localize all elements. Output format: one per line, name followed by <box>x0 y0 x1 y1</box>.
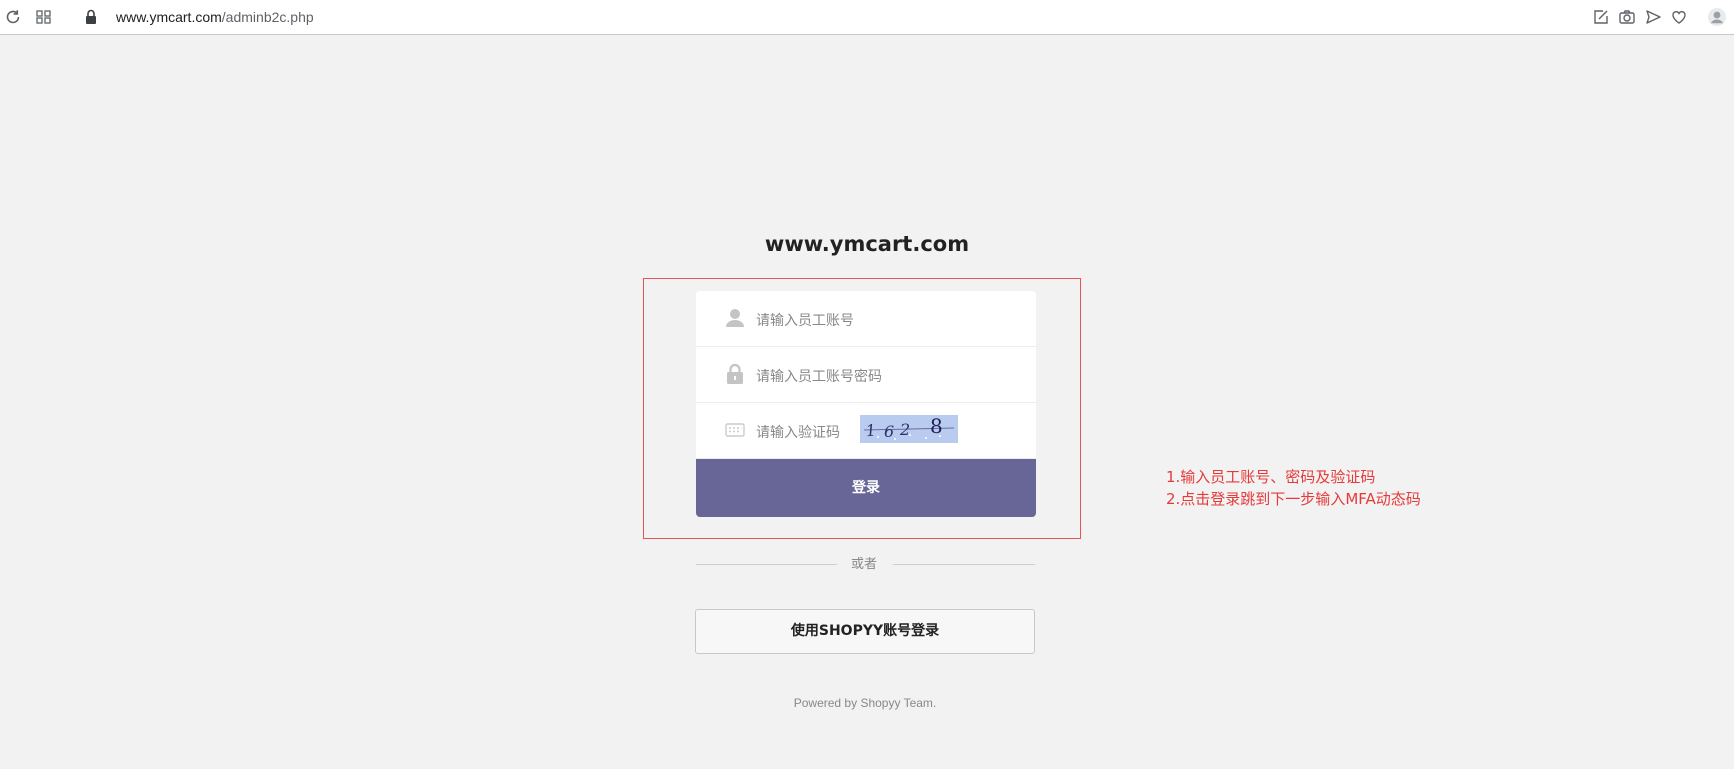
username-field-row <box>696 291 1036 347</box>
annotation-note: 1.输入员工账号、密码及验证码 2.点击登录跳到下一步输入MFA动态码 <box>1166 466 1421 510</box>
share-edit-icon[interactable] <box>1591 7 1611 27</box>
user-icon <box>724 307 746 329</box>
heart-icon[interactable] <box>1669 7 1689 27</box>
footer-powered-by: Powered by Shopyy Team. <box>793 696 937 710</box>
send-icon[interactable] <box>1643 7 1663 27</box>
login-form: 1 6 2 8 登录 <box>696 291 1036 517</box>
svg-text:2: 2 <box>899 420 910 439</box>
svg-text:8: 8 <box>930 415 943 438</box>
password-input[interactable] <box>754 357 1018 395</box>
captcha-image[interactable]: 1 6 2 8 <box>860 414 958 443</box>
profile-icon[interactable] <box>1707 7 1727 27</box>
captcha-input[interactable] <box>754 413 858 451</box>
or-separator: 或者 <box>850 556 877 571</box>
annotation-line-2: 2.点击登录跳到下一步输入MFA动态码 <box>1166 490 1421 508</box>
shopyy-login-button[interactable]: 使用SHOPYY账号登录 <box>695 609 1035 654</box>
username-input[interactable] <box>754 301 1018 339</box>
reload-icon[interactable] <box>3 7 23 27</box>
address-bar[interactable]: www.ymcart.com/adminb2c.php <box>116 8 314 26</box>
svg-text:6: 6 <box>884 422 894 441</box>
password-field-row <box>696 347 1036 403</box>
lock-icon <box>724 363 746 385</box>
login-button[interactable]: 登录 <box>696 459 1036 517</box>
browser-toolbar: www.ymcart.com/adminb2c.php <box>0 0 1734 35</box>
annotation-line-1: 1.输入员工账号、密码及验证码 <box>1166 468 1376 486</box>
url-host: www.ymcart.com <box>116 9 222 25</box>
divider-line-left <box>696 564 837 565</box>
divider-line-right <box>893 564 1035 565</box>
svg-text:1: 1 <box>865 420 877 440</box>
site-title: www.ymcart.com <box>764 232 970 256</box>
url-path: /adminb2c.php <box>221 9 314 25</box>
camera-icon[interactable] <box>1617 7 1637 27</box>
apps-grid-icon[interactable] <box>34 7 54 27</box>
lock-icon[interactable] <box>81 7 101 27</box>
keyboard-icon <box>724 419 746 441</box>
